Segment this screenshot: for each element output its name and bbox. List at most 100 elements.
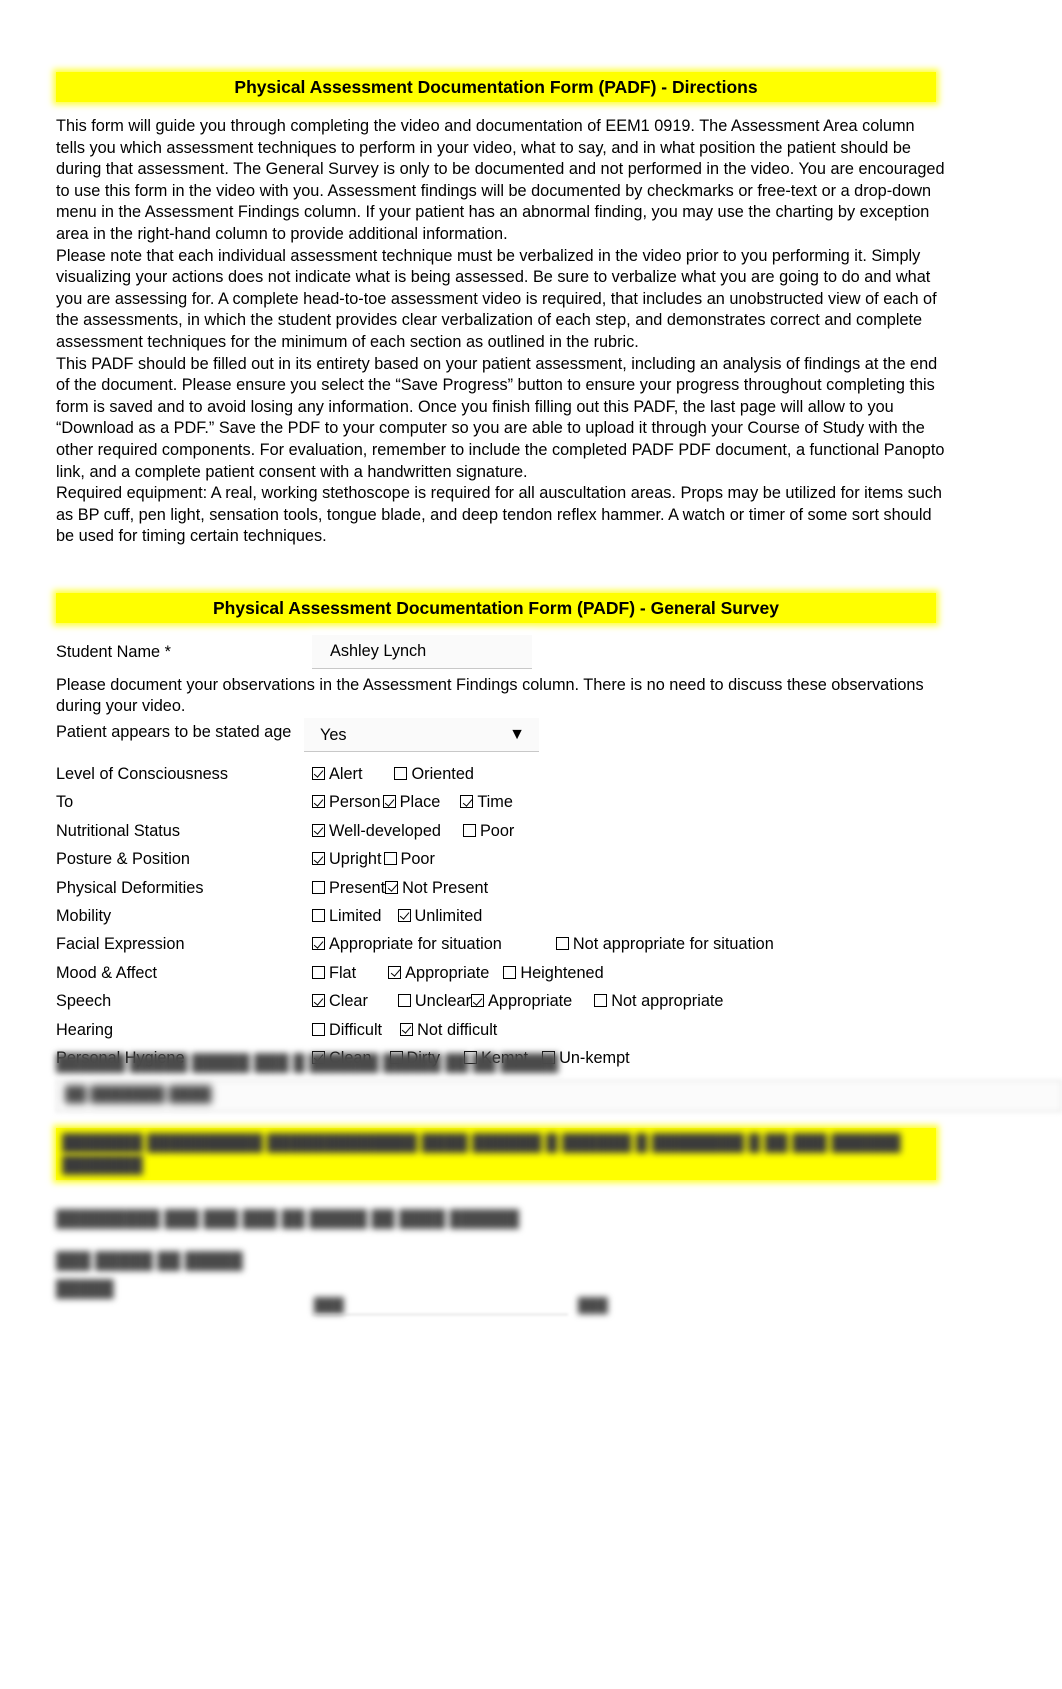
survey-row-options: Flat Appropriate Heightened — [312, 959, 604, 987]
student-name-label: Student Name * — [56, 642, 171, 661]
survey-row-options: Appropriate for situation Not appropriate… — [312, 930, 774, 958]
checkbox-checked-icon[interactable] — [385, 880, 399, 894]
checkbox-checked-icon[interactable] — [400, 1022, 414, 1036]
stated-age-selected-value: Yes — [320, 726, 347, 745]
checkbox-checked-icon[interactable] — [388, 965, 402, 979]
checkbox-option[interactable]: Present — [312, 874, 385, 902]
checkbox-option-label: Person — [329, 793, 381, 812]
checkbox-option[interactable]: Clear — [312, 987, 368, 1015]
checkbox-checked-icon[interactable] — [312, 795, 325, 809]
checkbox-option-label: Appropriate — [405, 963, 490, 982]
survey-row-options: Clear Unclear Appropriate Not appropriate — [312, 987, 723, 1015]
checkbox-option[interactable]: Flat — [312, 959, 356, 987]
obscured-free-text-input[interactable]: ██ ███████ ████ — [56, 1080, 1062, 1112]
stated-age-select[interactable]: Yes ▼ — [304, 718, 539, 753]
checkbox-option-label: Place — [399, 793, 441, 812]
survey-row: Facial Expression Appropriate for situati… — [56, 930, 1062, 958]
checkbox-empty-icon[interactable] — [312, 909, 325, 923]
general-survey-checkbox-list: Level of Consciousness Alert Oriented To Per… — [56, 760, 1062, 1072]
document-body: Physical Assessment Documentation Form (… — [56, 0, 1062, 1072]
survey-row-label: Mood & Affect — [56, 963, 158, 982]
checkbox-option-label: Appropriate for situation — [329, 935, 502, 954]
checkbox-option-label: Heightened — [520, 963, 604, 982]
checkbox-option[interactable]: Poor — [462, 817, 514, 845]
survey-row-label: Speech — [56, 992, 112, 1011]
checkbox-option[interactable]: Not difficult — [400, 1016, 497, 1044]
checkbox-option[interactable]: Upright — [312, 845, 382, 873]
checkbox-empty-icon[interactable] — [555, 937, 569, 951]
checkbox-option[interactable]: Time — [460, 788, 513, 816]
checkbox-option-label: Oriented — [411, 765, 474, 784]
checkbox-checked-icon[interactable] — [312, 823, 325, 837]
checkbox-option-label: Difficult — [329, 1020, 383, 1039]
checkbox-option-label: Alert — [329, 765, 363, 784]
stated-age-label: Patient appears to be stated age — [56, 723, 292, 742]
checkbox-option[interactable]: Appropriate — [388, 959, 489, 987]
checkbox-option-label: Unlimited — [414, 907, 483, 926]
checkbox-option-label: Limited — [329, 907, 382, 926]
checkbox-option[interactable]: Difficult — [312, 1016, 382, 1044]
survey-row: Mood & Affect Flat Appropriate Heightened — [56, 959, 1062, 987]
checkbox-checked-icon[interactable] — [382, 795, 396, 809]
checkbox-empty-icon[interactable] — [503, 965, 517, 979]
checkbox-checked-icon[interactable] — [460, 795, 474, 809]
checkbox-option[interactable]: Heightened — [503, 959, 604, 987]
survey-row: Posture & Position Upright Poor — [56, 845, 1062, 873]
document-page: Physical Assessment Documentation Form (… — [0, 0, 1062, 1689]
survey-row-label: Mobility — [56, 907, 112, 926]
obscured-field-underline — [312, 1314, 568, 1315]
checkbox-option[interactable]: Limited — [312, 902, 382, 930]
checkbox-option-label: Poor — [400, 850, 435, 869]
checkbox-empty-icon[interactable] — [397, 994, 411, 1008]
survey-row-label: Physical Deformities — [56, 878, 204, 897]
checkbox-checked-icon[interactable] — [397, 909, 411, 923]
checkbox-checked-icon[interactable] — [312, 767, 325, 781]
survey-row-label: Posture & Position — [56, 850, 190, 869]
survey-row: Level of Consciousness Alert Oriented — [56, 760, 1062, 788]
general-survey-section-banner: Physical Assessment Documentation Form (… — [56, 592, 936, 623]
checkbox-option[interactable]: Not appropriate for situation — [555, 930, 774, 958]
directions-paragraph-1: This form will guide you through complet… — [56, 117, 945, 243]
checkbox-option[interactable]: Alert — [312, 760, 362, 788]
survey-row-label: To — [56, 793, 74, 812]
survey-row-options: Upright Poor — [312, 845, 435, 873]
checkbox-option[interactable]: Poor — [383, 845, 435, 873]
checkbox-option-label: Time — [477, 793, 513, 812]
obscured-input-value: ██ ███████ ████ — [65, 1086, 212, 1103]
checkbox-option[interactable]: Place — [382, 788, 441, 816]
checkbox-checked-icon[interactable] — [312, 852, 325, 866]
checkbox-checked-icon[interactable] — [312, 937, 325, 951]
checkbox-option[interactable]: Appropriate — [471, 987, 572, 1015]
chevron-down-icon: ▼ — [509, 726, 525, 744]
checkbox-empty-icon[interactable] — [312, 880, 325, 894]
checkbox-option[interactable]: Oriented — [394, 760, 474, 788]
checkbox-empty-icon[interactable] — [462, 823, 476, 837]
survey-row: Hearing Difficult Not difficult — [56, 1016, 1062, 1044]
obscured-banner-line-1: ███████ ██████████ █████████████ ████ ██… — [62, 1134, 901, 1152]
student-name-input[interactable] — [312, 634, 532, 669]
checkbox-empty-icon[interactable] — [594, 994, 608, 1008]
obscured-small-field-left: ███ — [314, 1297, 344, 1313]
checkbox-empty-icon[interactable] — [312, 965, 325, 979]
checkbox-option[interactable]: Well-developed — [312, 817, 441, 845]
checkbox-option[interactable]: Unlimited — [397, 902, 483, 930]
stated-age-row: Patient appears to be stated age Yes ▼ — [56, 718, 1062, 754]
checkbox-option[interactable]: Appropriate for situation — [312, 930, 502, 958]
survey-row-label: Facial Expression — [56, 935, 185, 954]
student-name-row: Student Name * — [56, 634, 1062, 675]
checkbox-checked-icon[interactable] — [471, 994, 485, 1008]
checkbox-option-label: Upright — [329, 850, 382, 869]
checkbox-option[interactable]: Person — [312, 788, 381, 816]
obscured-small-field-right: ███ — [578, 1297, 608, 1313]
checkbox-option-label: Not Present — [402, 878, 489, 897]
checkbox-option[interactable]: Not Present — [385, 874, 488, 902]
checkbox-checked-icon[interactable] — [312, 994, 325, 1008]
survey-row-options: Present Not Present — [312, 874, 488, 902]
checkbox-option[interactable]: Not appropriate — [594, 987, 723, 1015]
checkbox-option-label: Not appropriate for situation — [572, 935, 774, 954]
checkbox-empty-icon[interactable] — [383, 852, 397, 866]
checkbox-empty-icon[interactable] — [394, 767, 408, 781]
checkbox-option[interactable]: Unclear — [397, 987, 472, 1015]
checkbox-option-label: Unclear — [414, 992, 472, 1011]
checkbox-empty-icon[interactable] — [312, 1022, 325, 1036]
